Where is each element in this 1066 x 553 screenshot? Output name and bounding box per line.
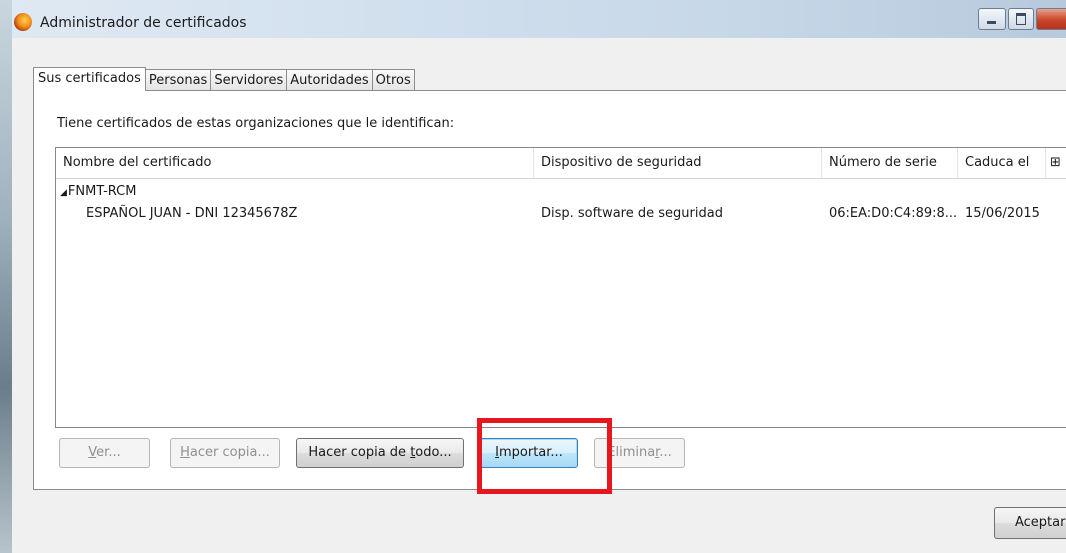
firefox-icon [14,13,32,31]
cell-serial: 06:EA:D0:C4:89:8... [829,206,958,221]
backup-all-button-label-post: odo... [415,445,452,460]
desktop-background [0,0,12,553]
backup-button-accesskey: H [180,445,190,460]
delete-button-label-pre: Elimina [607,445,656,460]
tab-personas[interactable]: Personas [145,69,212,92]
maximize-button[interactable] [1008,8,1034,30]
tab-sus-certificados[interactable]: Sus certificados [33,67,146,91]
cell-expires: 15/06/2015 [965,206,1040,221]
tab-otros[interactable]: Otros [372,69,415,92]
tab-strip: Sus certificados Personas Servidores Aut… [33,67,415,92]
certificate-manager-window: Administrador de certificados Sus certif… [12,0,1066,553]
column-picker-icon[interactable]: ⊞ [1046,148,1066,178]
cell-name: ESPAÑOL JUAN - DNI 12345678Z [86,206,298,221]
minimize-icon [987,21,996,24]
tab-servidores[interactable]: Servidores [211,69,288,92]
tab-autoridades[interactable]: Autoridades [287,69,373,92]
minimize-button[interactable] [978,8,1006,30]
backup-all-button-label-pre: Hacer copia de [308,445,411,460]
window-title: Administrador de certificados [40,15,247,31]
panel-description: Tiene certificados de estas organizacion… [57,116,455,131]
view-button-accesskey: V [88,445,97,460]
certificate-tree[interactable]: Nombre del certificado Dispositivo de se… [55,147,1066,428]
title-bar: Administrador de certificados [12,0,1066,38]
tree-group-row[interactable]: ◢FNMT-RCM [60,184,136,199]
backup-button-label-post: acer copia... [189,445,270,460]
column-header-name[interactable]: Nombre del certificado [56,148,534,178]
backup-button[interactable]: Hacer copia... [170,438,280,468]
maximize-icon [1016,13,1026,25]
close-button[interactable] [1036,8,1066,30]
accept-button[interactable]: Aceptar [994,507,1066,539]
view-button-label-post: er... [96,445,121,460]
backup-all-button[interactable]: Hacer copia de todo... [296,438,464,468]
highlight-annotation-box [477,418,612,494]
delete-button-label-post: ... [659,445,672,460]
cell-device: Disp. software de seguridad [541,206,723,221]
column-header-device[interactable]: Dispositivo de seguridad [534,148,822,178]
column-header-serial[interactable]: Número de serie [822,148,958,178]
column-header-expires[interactable]: Caduca el [958,148,1046,178]
tree-header: Nombre del certificado Dispositivo de se… [56,148,1066,179]
expand-triangle-icon[interactable]: ◢ [60,188,67,198]
view-button[interactable]: Ver... [59,438,150,468]
group-label: FNMT-RCM [67,184,137,199]
